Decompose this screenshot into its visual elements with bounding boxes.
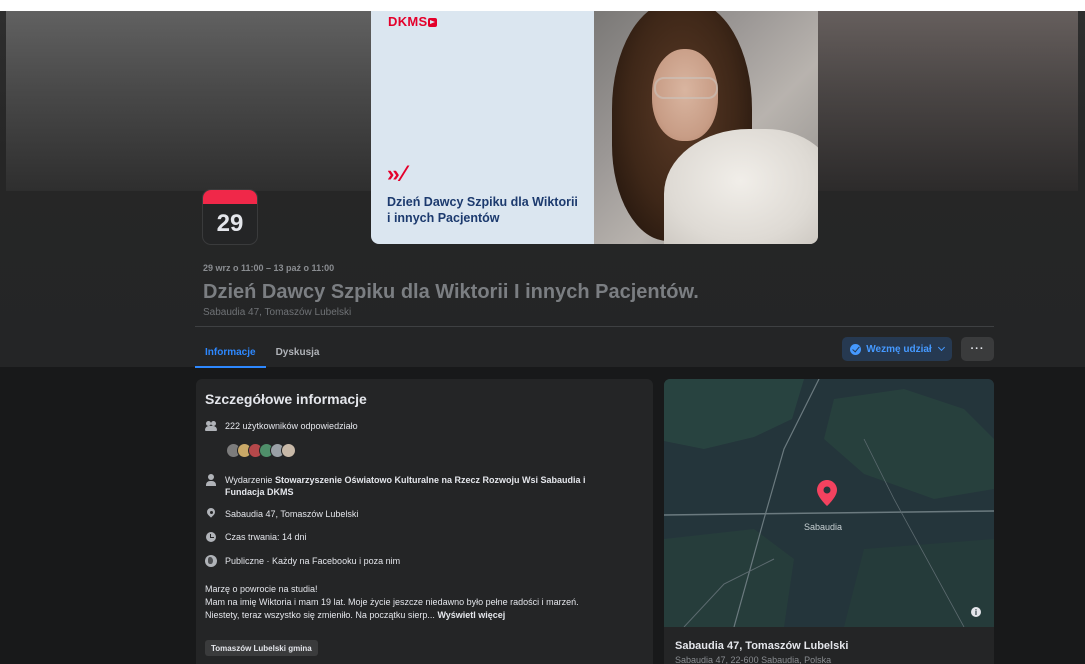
going-button-label: Wezmę udział — [866, 343, 932, 355]
duration-row: Czas trwania: 14 dni — [205, 531, 307, 543]
map-pin-icon — [817, 480, 837, 506]
cover-blur-left — [6, 11, 371, 191]
avatar-stack[interactable] — [226, 443, 296, 458]
organizer-row: Wydarzenie Stowarzyszenie Oświatowo Kult… — [205, 474, 586, 498]
clock-icon — [205, 531, 217, 543]
map-field — [664, 379, 804, 449]
event-title: Dzień Dawcy Szpiku dla Wiktorii I innych… — [203, 281, 699, 303]
map-road — [664, 510, 994, 516]
desc-line: Mam na imię Wiktoria i mam 19 lat. Moje … — [205, 597, 579, 607]
map-place-name[interactable]: Sabaudia 47, Tomaszów Lubelski — [675, 640, 848, 652]
cover-title: Dzień Dawcy Szpiku dla Wiktorii i innych… — [387, 195, 578, 225]
map-graphic — [664, 379, 994, 628]
event-header: DKMS ›› ⁄ Dzień Dawcy Szpiku dla Wiktori… — [0, 11, 1085, 367]
event-description: Marzę o powrocie na studia! Mam na imię … — [205, 583, 645, 622]
location-tag[interactable]: Tomaszów Lubelski gmina — [205, 640, 318, 656]
responded-text[interactable]: 222 użytkowników odpowiedziało — [225, 420, 358, 432]
map-view[interactable]: Sabaudia i — [664, 379, 994, 628]
map-field — [664, 529, 794, 627]
person-icon — [205, 474, 217, 486]
event-datetime: 29 wrz o 11:00 – 13 paź o 11:00 — [203, 263, 335, 273]
desc-line: Marzę o powrocie na studia! — [205, 584, 318, 594]
avatar[interactable] — [281, 443, 296, 458]
cover-photo[interactable]: DKMS ›› ⁄ Dzień Dawcy Szpiku dla Wiktori… — [371, 11, 818, 244]
organizer-text: Wydarzenie Stowarzyszenie Oświatowo Kult… — [225, 474, 586, 498]
date-badge: 29 — [203, 190, 257, 244]
chevron-down-icon — [937, 343, 945, 352]
privacy-text: Publiczne · Każdy na Facebooku i poza ni… — [225, 556, 401, 566]
desc-line: Niestety, teraz wszystko się zmieniło. N… — [205, 610, 435, 620]
organizer-prefix: Wydarzenie — [225, 475, 275, 485]
cover-portrait — [594, 11, 818, 244]
map-card: Sabaudia i Sabaudia 47, Tomaszów Lubelsk… — [664, 379, 994, 664]
event-location[interactable]: Sabaudia 47, Tomaszów Lubelski — [203, 307, 351, 318]
privacy-row: Publiczne · Każdy na Facebooku i poza ni… — [205, 555, 400, 567]
going-button[interactable]: Wezmę udział — [842, 337, 952, 361]
dkms-logo: DKMS — [388, 14, 438, 29]
portrait-glasses — [654, 77, 718, 99]
event-tabs: Informacje Dyskusja — [195, 336, 330, 368]
cover-blur-right — [818, 11, 1078, 191]
location-pin-icon — [205, 508, 217, 520]
see-more-link[interactable]: Wyświetl więcej — [437, 610, 505, 620]
cover-graphic: DKMS ›› ⁄ Dzień Dawcy Szpiku dla Wiktori… — [371, 11, 594, 244]
details-card: Szczegółowe informacje 222 użytkowników … — [196, 379, 653, 664]
people-icon — [205, 420, 217, 432]
details-title: Szczegółowe informacje — [205, 391, 367, 407]
address-row: Sabaudia 47, Tomaszów Lubelski — [205, 508, 358, 520]
header-divider — [195, 326, 994, 327]
check-circle-icon — [850, 343, 862, 355]
more-options-button[interactable]: ··· — [961, 337, 994, 361]
desc-line-last: Niestety, teraz wszystko się zmieniło. N… — [205, 609, 645, 622]
top-strip — [0, 0, 1085, 11]
info-icon[interactable]: i — [971, 607, 981, 617]
organizer-name-line1[interactable]: Stowarzyszenie Oświatowo Kulturalne na R… — [275, 475, 586, 485]
duration-text: Czas trwania: 14 dni — [225, 532, 307, 542]
dkms-logo-mark-icon — [428, 18, 438, 27]
globe-icon — [205, 555, 217, 567]
tab-dyskusja[interactable]: Dyskusja — [266, 336, 330, 368]
calendar-icon — [203, 190, 257, 204]
map-address: Sabaudia 47, 22-600 Sabaudia, Polska — [675, 655, 832, 664]
date-badge-day: 29 — [216, 210, 244, 237]
organizer-name-line2[interactable]: Fundacja DKMS — [225, 487, 294, 497]
map-place-label: Sabaudia — [804, 522, 843, 532]
cover-arrows-icon: ›› ⁄ — [387, 161, 406, 186]
address-text[interactable]: Sabaudia 47, Tomaszów Lubelski — [225, 508, 358, 520]
responded-row: 222 użytkowników odpowiedziało — [205, 420, 358, 432]
tab-informacje[interactable]: Informacje — [195, 336, 266, 368]
map-field — [824, 389, 994, 499]
